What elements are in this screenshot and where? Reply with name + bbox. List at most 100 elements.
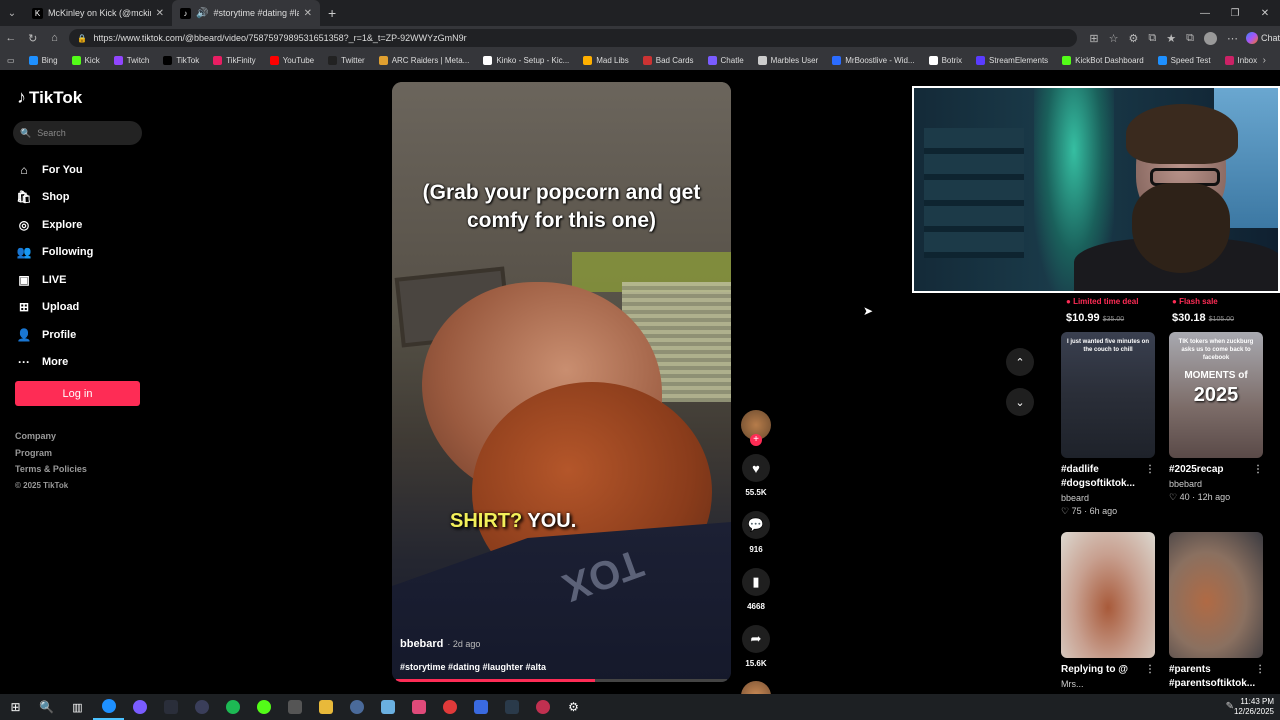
sidebar-item-live[interactable]: ▣ LIVE [17, 266, 93, 294]
browser-tab-kick[interactable]: K McKinley on Kick (@mckinley.tv) | ✕ [24, 0, 172, 26]
app-icon[interactable]: ⊞ [1089, 32, 1098, 45]
follow-plus-icon[interactable]: + [750, 434, 762, 446]
more-options-icon[interactable]: ⋮ [1253, 463, 1263, 477]
footer-link-terms[interactable]: Terms & Policies [15, 464, 87, 481]
bookmark-streamelements[interactable]: StreamElements [969, 55, 1055, 65]
author-name[interactable]: bbebard [400, 638, 443, 650]
sidebar-item-upload[interactable]: ⊞ Upload [17, 294, 93, 322]
bookmark-mad-libs[interactable]: Mad Libs [576, 55, 635, 65]
taskbar-file-explorer[interactable] [310, 694, 341, 720]
rec-video-card[interactable]: #parents #parentsoftiktok... ⋮ [1169, 532, 1265, 691]
taskbar-app[interactable] [155, 694, 186, 720]
back-icon[interactable]: ← [0, 26, 22, 50]
creator-avatar[interactable]: + [741, 410, 771, 446]
taskbar-spotify[interactable] [217, 694, 248, 720]
taskbar-settings[interactable]: ⚙ [558, 694, 589, 720]
tiktok-logo[interactable]: ♪ TikTok [17, 87, 82, 108]
bookmark-chatle[interactable]: Chatle [701, 55, 751, 65]
bookmark-tiktok[interactable]: TikTok [156, 55, 206, 65]
video-progress-bar[interactable] [396, 679, 727, 682]
extensions-icon[interactable]: ⚙ [1129, 32, 1139, 45]
taskbar-app[interactable] [124, 694, 155, 720]
taskbar-app[interactable] [186, 694, 217, 720]
more-options-icon[interactable]: ⋮ [1145, 663, 1155, 677]
login-button[interactable]: Log in [15, 381, 140, 406]
bookmark-youtube[interactable]: YouTube [263, 55, 321, 65]
split-screen-icon[interactable]: ⧉ [1148, 32, 1156, 45]
more-options-icon[interactable]: ⋮ [1255, 663, 1265, 691]
bookmark-bing[interactable]: Bing [22, 55, 65, 65]
more-menu-icon[interactable]: ⋯ [1227, 32, 1238, 45]
bookmark-arc-raiders[interactable]: ARC Raiders | Meta... [372, 55, 477, 65]
bookmark-twitter[interactable]: Twitter [321, 55, 372, 65]
video-hashtags[interactable]: #storytime #dating #laughter #alta [400, 662, 546, 672]
taskbar-app[interactable] [434, 694, 465, 720]
close-tab-icon[interactable]: ✕ [156, 8, 164, 19]
tab-list-dropdown-icon[interactable]: ⌄ [0, 0, 24, 26]
maximize-icon[interactable]: ❐ [1220, 0, 1250, 26]
taskbar-edge[interactable] [93, 694, 124, 720]
browser-tab-tiktok[interactable]: ♪ 🔊 #storytime #dating #laughter ✕ [172, 0, 320, 26]
system-clock[interactable]: 11:43 PM 12/26/2025 [1234, 697, 1274, 717]
bookmark-mrboostlive[interactable]: MrBoostlive - Wid... [825, 55, 921, 65]
minimize-icon[interactable]: — [1190, 0, 1220, 26]
bookmark-kick[interactable]: Kick [65, 55, 107, 65]
taskbar-app[interactable] [279, 694, 310, 720]
profile-icon[interactable]: ⧉ [1186, 32, 1194, 45]
taskbar-app[interactable] [465, 694, 496, 720]
rec-author[interactable]: bbeard [1061, 493, 1155, 503]
task-view-button[interactable]: ▥ [62, 694, 93, 720]
close-window-icon[interactable]: ✕ [1250, 0, 1280, 26]
save-button[interactable]: ▮ 4668 [739, 568, 773, 611]
bookmark-tikfinity[interactable]: TikFinity [206, 55, 262, 65]
footer-link-program[interactable]: Program [15, 448, 87, 465]
address-bar[interactable]: 🔒 https://www.tiktok.com/@bbeard/video/7… [69, 29, 1078, 47]
bookmark-twitch[interactable]: Twitch [107, 55, 157, 65]
home-icon[interactable]: ⌂ [44, 26, 66, 50]
start-button[interactable]: ⊞ [0, 694, 31, 720]
new-tab-button[interactable]: + [320, 5, 344, 21]
taskbar-app[interactable] [341, 694, 372, 720]
bookmark-botrix[interactable]: Botrix [922, 55, 969, 65]
sidebar-item-explore[interactable]: ◎ Explore [17, 211, 93, 239]
bookmarks-overflow-icon[interactable]: › [1263, 55, 1266, 66]
rec-video-card[interactable]: Replying to @ ⋮ Mrs... [1061, 532, 1155, 689]
rec-video-card[interactable]: TIK tokers when zuckburg asks us to come… [1169, 332, 1263, 503]
sidebar-item-following[interactable]: 👥 Following [17, 239, 94, 267]
sidebar-item-for-you[interactable]: ⌂ For You [17, 156, 93, 184]
rec-video-card[interactable]: I just wanted five minutes on the couch … [1061, 332, 1155, 517]
like-button[interactable]: ♥ 55.5K [739, 454, 773, 497]
refresh-icon[interactable]: ↻ [22, 26, 44, 50]
taskbar-app[interactable] [403, 694, 434, 720]
rec-author[interactable]: Mrs... [1061, 679, 1155, 689]
copilot-chat-button[interactable]: Chat [1245, 32, 1280, 44]
bookmark-marbles[interactable]: Marbles User [751, 55, 826, 65]
taskbar-app[interactable] [527, 694, 558, 720]
footer-link-company[interactable]: Company [15, 431, 87, 448]
lock-icon[interactable]: 🔒 [77, 34, 87, 43]
taskbar-app[interactable] [496, 694, 527, 720]
rec-thumbnail[interactable]: I just wanted five minutes on the couch … [1061, 332, 1155, 458]
taskbar-app[interactable] [248, 694, 279, 720]
more-options-icon[interactable]: ⋮ [1145, 463, 1155, 491]
deal-item[interactable]: ● Limited time deal $10.99 $35.00 [1066, 297, 1176, 324]
rec-author[interactable]: bbebard [1169, 479, 1263, 489]
video-player[interactable]: TOX (Grab your popcorn and get comfy for… [392, 82, 731, 682]
search-button[interactable]: 🔍 [31, 694, 62, 720]
sidebar-item-more[interactable]: ··· More [17, 349, 93, 377]
profile-avatar[interactable] [1203, 31, 1217, 45]
close-tab-icon[interactable]: ✕ [304, 8, 312, 19]
sidebar-item-profile[interactable]: 👤 Profile [17, 321, 93, 349]
deal-item[interactable]: ● Flash sale $30.18 $105.00 [1172, 297, 1280, 324]
bookmark-kickbot[interactable]: KickBot Dashboard [1055, 55, 1150, 65]
bookmark-inbox[interactable]: Inbox [1218, 55, 1265, 65]
rec-thumbnail[interactable] [1169, 532, 1263, 658]
rec-thumbnail[interactable] [1061, 532, 1155, 658]
rec-thumbnail[interactable]: TIK tokers when zuckburg asks us to come… [1169, 332, 1263, 458]
bookmark-speed-test[interactable]: Speed Test [1151, 55, 1218, 65]
bookmark-kinko[interactable]: Kinko - Setup - Kic... [476, 55, 576, 65]
taskbar-app[interactable] [372, 694, 403, 720]
network-icon[interactable]: ✎ [1226, 701, 1234, 712]
favorite-star-icon[interactable]: ☆ [1109, 32, 1119, 45]
video-author[interactable]: bbebard · 2d ago [400, 638, 480, 650]
